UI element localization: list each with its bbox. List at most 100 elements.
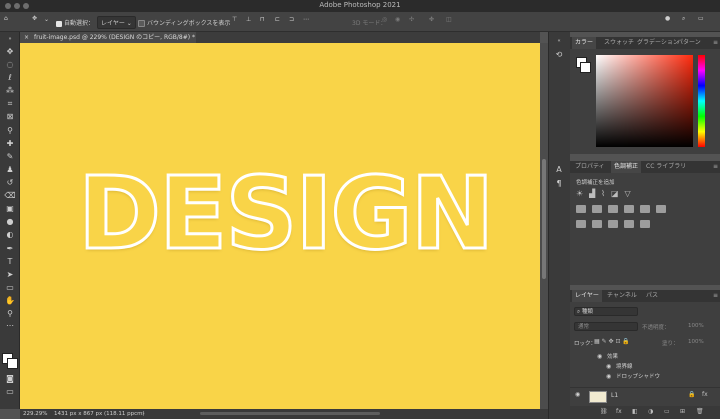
vibrance-icon[interactable]: ▽ [624,189,630,198]
history-brush-tool-button[interactable]: ↺ [4,177,16,188]
document-info[interactable]: 1431 px x 867 px (118.11 ppcm) [54,409,145,419]
3d-roll-icon[interactable]: ◉ [395,16,400,23]
tab-paths[interactable]: パス [643,290,661,302]
status-menu-chevron-icon[interactable]: › [142,409,144,419]
panel-background-swatch[interactable] [580,62,591,73]
document-canvas[interactable]: DESIGN [20,43,540,409]
brightness-contrast-icon[interactable]: ☀ [576,189,583,198]
tab-color[interactable]: カラー [572,37,597,49]
zoom-tool-button[interactable]: ⚲ [4,308,16,319]
lasso-tool-button[interactable]: ℓ [4,72,16,83]
path-selection-tool-button[interactable]: ➤ [4,269,16,280]
strip-collapse-icon[interactable]: « [553,36,565,47]
healing-brush-tool-button[interactable]: ✚ [4,138,16,149]
levels-icon[interactable]: ▟ [589,189,595,198]
delete-layer-icon[interactable]: 🗑 [696,408,704,415]
effect-drop-shadow-row[interactable]: ◉ ドロップシャドウ [570,372,720,382]
move-tool-icon[interactable]: ✥ [32,15,37,22]
align-horizontal-center-icon[interactable]: ⊐ [289,16,294,23]
zoom-level[interactable]: 229.29% [23,409,47,419]
blur-tool-button[interactable]: ● [4,216,16,227]
layer-filter-dropdown[interactable]: ⌕ 種類 [574,307,638,316]
hand-tool-button[interactable]: ✋ [4,295,16,306]
new-layer-icon[interactable]: ⊞ [680,408,685,415]
design-text-layer[interactable]: DESIGN [76,162,495,265]
color-field[interactable] [596,55,693,147]
eraser-tool-button[interactable]: ⌫ [4,190,16,201]
panel-menu-icon[interactable]: ≡ [710,37,720,49]
selective-color-icon[interactable] [639,220,650,228]
curves-icon[interactable]: ⌇ [601,189,605,198]
type-tool-button[interactable]: T [4,256,16,267]
eyedropper-tool-button[interactable]: ⚲ [4,125,16,136]
paragraph-panel-icon[interactable]: ¶ [553,178,565,189]
scrollbar-thumb[interactable] [542,159,546,279]
tab-swatches[interactable]: スウォッチ [601,37,637,49]
frame-tool-button[interactable]: ⊠ [4,111,16,122]
panel-menu-icon[interactable]: ≡ [710,161,720,173]
edit-toolbar-icon[interactable]: ⋯ [4,320,16,331]
marquee-tool-button[interactable]: ◌ [4,59,16,70]
align-right-icon[interactable]: ⋯ [303,16,309,23]
align-vertical-center-icon[interactable]: ⊥ [246,16,251,23]
background-color-swatch[interactable] [7,358,18,369]
tool-preset-chevron-icon[interactable]: ⌄ [44,16,49,23]
hue-slider[interactable] [698,55,705,147]
new-adjustment-icon[interactable]: ◑ [648,408,653,415]
align-bottom-icon[interactable]: ⊓ [260,16,265,23]
close-tab-icon[interactable]: × [24,32,29,43]
quick-mask-icon[interactable]: ◙ [4,373,16,384]
invert-icon[interactable] [576,220,586,228]
workspace-icon[interactable]: ▭ [698,15,704,22]
move-tool-button[interactable]: ✥ [4,46,16,57]
add-mask-icon[interactable]: ◧ [632,408,638,415]
user-profile-icon[interactable]: ● [665,15,670,22]
channel-mixer-icon[interactable] [639,205,650,213]
canvas-vertical-scrollbar[interactable] [540,43,548,409]
bounding-box-checkbox[interactable]: バウンディングボックスを表示 [138,18,230,27]
eye-icon[interactable]: ◉ [575,391,580,398]
character-panel-icon[interactable]: A [553,164,565,175]
3d-orbit-icon[interactable]: ◎ [382,16,387,23]
3d-slide-icon[interactable]: ✤ [429,16,434,23]
opacity-value[interactable]: 100% [688,323,704,329]
new-group-icon[interactable]: ▭ [664,408,670,415]
home-icon[interactable]: ⌂ [4,15,8,22]
black-white-icon[interactable] [607,205,618,213]
history-panel-icon[interactable]: ⟲ [553,49,565,60]
canvas-horizontal-scrollbar[interactable] [200,412,380,415]
shape-tool-button[interactable]: ▭ [4,282,16,293]
pen-tool-button[interactable]: ✒ [4,243,16,254]
document-tab[interactable]: × fruit-image.psd @ 229% (DESIGN のコピー, R… [20,32,196,43]
gradient-tool-button[interactable]: ▣ [4,203,16,214]
lock-icons[interactable]: ▦ ✎ ✥ ⊡ 🔒 [594,338,630,345]
3d-scale-icon[interactable]: ◫ [446,16,452,23]
blend-mode-dropdown[interactable]: 通常 [574,322,638,331]
tab-channels[interactable]: チャンネル [604,290,640,302]
tab-patterns[interactable]: パターン [674,37,704,49]
magic-wand-tool-button[interactable]: ⁂ [4,85,16,96]
link-layers-icon[interactable]: ⛓ [600,408,608,415]
layer-effects-row[interactable]: ◉ 効果 [570,352,720,362]
eye-icon[interactable]: ◉ [606,372,611,382]
auto-select-target-dropdown[interactable]: レイヤー ⌄ [97,16,136,29]
color-lookup-icon[interactable] [655,205,666,213]
fill-value[interactable]: 100% [688,339,704,345]
threshold-icon[interactable] [607,220,618,228]
effect-stroke-row[interactable]: ◉ 境界線 [570,362,720,372]
3d-pan-icon[interactable]: ✣ [409,16,414,23]
exposure-icon[interactable]: ◪ [611,189,619,198]
layer-fx-icon[interactable]: fx [702,391,708,398]
photo-filter-icon[interactable] [623,205,634,213]
layer-name[interactable]: L1 [611,392,618,399]
eye-icon[interactable]: ◉ [597,352,602,362]
crop-tool-button[interactable]: ⌗ [4,98,16,109]
screen-mode-icon[interactable]: ▭ [4,386,16,397]
clone-stamp-tool-button[interactable]: ♟ [4,164,16,175]
toolbar-collapse-icon[interactable]: » [4,34,16,45]
layer-row[interactable]: ◉ L1 🔒 fx [570,387,720,404]
posterize-icon[interactable] [591,220,602,228]
tab-layers[interactable]: レイヤー [572,290,602,302]
color-balance-icon[interactable] [591,205,602,213]
brush-tool-button[interactable]: ✎ [4,151,16,162]
